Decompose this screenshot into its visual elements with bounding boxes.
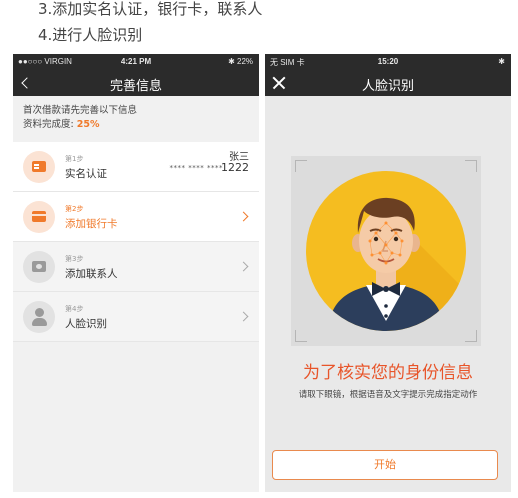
face-scan-frame <box>291 156 481 346</box>
contacts-icon <box>23 251 55 283</box>
page-title: 完善信息 <box>109 79 162 94</box>
step-bank-card[interactable]: 第2步 添加银行卡 <box>13 192 259 242</box>
step-label: 添加银行卡 <box>65 218 118 230</box>
step-label: 添加联系人 <box>65 268 118 280</box>
completion-label: 资料完成度: <box>23 119 74 130</box>
step-label: 人脸识别 <box>65 318 107 330</box>
clock: 4:21 PM <box>120 57 152 66</box>
face-avatar-illustration <box>306 171 466 331</box>
chevron-right-icon <box>238 261 249 272</box>
page-title: 人脸识别 <box>361 79 414 94</box>
masked-id-number: **** **** **** <box>169 164 223 172</box>
completion-notice: 首次借款请先完善以下信息 资料完成度: 25% <box>13 96 259 140</box>
face-instruction: 请取下眼镜，根据语音及文字提示完成指定动作 <box>298 390 478 400</box>
status-bar: ●●○○○ VIRGIN 4:21 PM ✱ 22% <box>13 54 259 70</box>
step-number: 第1步 <box>65 155 84 163</box>
completion-value: 25% <box>76 119 100 130</box>
navigation-bar: 人脸识别 <box>265 70 511 96</box>
step-number: 第2步 <box>65 205 84 213</box>
bank-card-icon <box>23 201 55 233</box>
chevron-right-icon <box>238 211 249 222</box>
person-icon <box>23 301 55 333</box>
notice-text: 首次借款请先完善以下信息 <box>23 105 138 116</box>
id-card-icon <box>23 151 55 183</box>
steps-list: 第1步 实名认证 张三 **** **** **** 1222 第2步 添加银行… <box>13 142 259 342</box>
battery-indicator: ✱ <box>498 57 505 66</box>
step-number: 第4步 <box>65 305 84 313</box>
step-face-recognition[interactable]: 第4步 人脸识别 <box>13 292 259 342</box>
face-headline: 为了核实您的身份信息 <box>303 363 473 383</box>
clock: 15:20 <box>377 57 399 66</box>
step-label: 实名认证 <box>65 168 107 180</box>
id-last-digits: 1222 <box>221 161 249 174</box>
battery-indicator: ✱ 22% <box>228 57 253 66</box>
caption-step-4: 4.进行人脸识别 <box>38 26 143 44</box>
face-recognition-screen: 无 SIM 卡 15:20 ✱ 人脸识别 为了核实您的身份信息 请取下眼镜，根据… <box>265 54 511 492</box>
status-bar: 无 SIM 卡 15:20 ✱ <box>265 54 511 70</box>
step-number: 第3步 <box>65 255 84 263</box>
start-button[interactable]: 开始 <box>272 450 498 480</box>
navigation-bar: 完善信息 <box>13 70 259 96</box>
completion-row: 资料完成度: 25% <box>23 118 249 132</box>
caption-step-3: 3.添加实名认证，银行卡，联系人 <box>38 0 263 18</box>
step-contacts[interactable]: 第3步 添加联系人 <box>13 242 259 292</box>
complete-info-screen: ●●○○○ VIRGIN 4:21 PM ✱ 22% 完善信息 首次借款请先完善… <box>13 54 259 492</box>
chevron-right-icon <box>238 311 249 322</box>
step-real-name[interactable]: 第1步 实名认证 张三 **** **** **** 1222 <box>13 142 259 192</box>
